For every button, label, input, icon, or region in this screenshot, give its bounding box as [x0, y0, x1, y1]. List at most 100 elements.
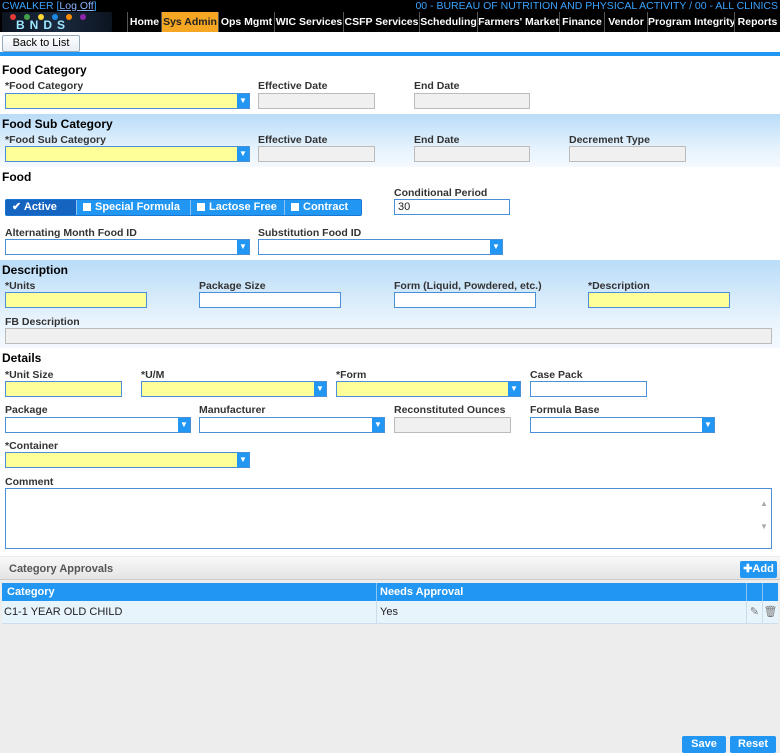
manufacturer-select[interactable]: ▼: [199, 417, 385, 433]
formula-base-select[interactable]: ▼: [530, 417, 715, 433]
chevron-down-icon: ▼: [702, 418, 714, 432]
food-category-label: *Food Category: [5, 80, 84, 92]
nav-ops-mgmt[interactable]: Ops Mgmt: [218, 12, 274, 32]
agency-clinic-label: 00 - BUREAU OF NUTRITION AND PHYSICAL AC…: [415, 0, 778, 12]
toggle-lactose-free[interactable]: Lactose Free: [191, 200, 285, 215]
toggle-special-formula[interactable]: Special Formula: [77, 200, 191, 215]
end-date-label: End Date: [414, 80, 460, 92]
conditional-period-input[interactable]: 30: [394, 199, 510, 215]
effective-date-label: Effective Date: [258, 80, 328, 92]
nav-farmers-market[interactable]: Farmers' Market: [477, 12, 559, 32]
check-icon: ✔: [12, 201, 22, 213]
package-label: Package: [5, 404, 48, 416]
chevron-down-icon: ▼: [372, 418, 384, 432]
description-title: Description: [2, 263, 69, 277]
chevron-down-icon: ▼: [237, 240, 249, 254]
description-input[interactable]: [588, 292, 730, 308]
nav-vendor[interactable]: Vendor: [604, 12, 647, 32]
units-input[interactable]: [5, 292, 147, 308]
food-category-title: Food Category: [2, 63, 87, 77]
username: CWALKER: [2, 0, 54, 12]
sub-end-date-field: [414, 146, 530, 162]
checkbox-icon: [197, 203, 205, 211]
checkbox-icon: [83, 203, 91, 211]
row-category: C1-1 YEAR OLD CHILD: [4, 606, 123, 618]
case-pack-label: Case Pack: [530, 369, 583, 381]
scroll-up-icon[interactable]: ▲: [757, 499, 771, 508]
nav-reports[interactable]: Reports: [734, 12, 780, 32]
decrement-type-field: [569, 146, 686, 162]
nav-wic-services[interactable]: WIC Services: [274, 12, 343, 32]
decrement-type-label: Decrement Type: [569, 134, 650, 146]
nav-sys-admin[interactable]: Sys Admin: [161, 12, 218, 32]
package-select[interactable]: ▼: [5, 417, 191, 433]
alternating-month-food-id-label: Alternating Month Food ID: [5, 227, 137, 239]
food-sub-category-select[interactable]: ▼: [5, 146, 250, 162]
nav-scheduling[interactable]: Scheduling: [419, 12, 477, 32]
edit-icon[interactable]: ✎: [746, 601, 762, 624]
toolbar: [0, 32, 780, 54]
delete-icon[interactable]: 🗑: [762, 601, 778, 624]
package-size-input[interactable]: [199, 292, 341, 308]
food-category-select[interactable]: ▼: [5, 93, 250, 109]
conditional-period-label: Conditional Period: [394, 187, 488, 199]
chevron-down-icon: ▼: [508, 382, 520, 396]
sub-end-date-label: End Date: [414, 134, 460, 146]
reset-button[interactable]: Reset: [730, 736, 776, 753]
case-pack-input[interactable]: [530, 381, 647, 397]
scroll-down-icon[interactable]: ▼: [757, 522, 771, 531]
back-to-list-button[interactable]: Back to List: [2, 35, 80, 52]
manufacturer-label: Manufacturer: [199, 404, 266, 416]
substitution-food-id-label: Substitution Food ID: [258, 227, 362, 239]
unit-size-input[interactable]: [5, 381, 122, 397]
alternating-month-food-id-select[interactable]: ▼: [5, 239, 250, 255]
user-info: CWALKER [Log Off]: [2, 0, 97, 12]
add-label: Add: [752, 563, 774, 575]
chevron-down-icon: ▼: [490, 240, 502, 254]
toggle-contract-label: Contract: [303, 201, 349, 213]
chevron-down-icon: ▼: [237, 147, 249, 161]
container-select[interactable]: ▼: [5, 452, 250, 468]
food-title: Food: [2, 170, 32, 184]
chevron-down-icon: ▼: [237, 94, 249, 108]
approvals-table-header: Category Needs Approval: [2, 583, 778, 601]
row-needs-approval: Yes: [376, 601, 398, 624]
toggle-active[interactable]: ✔ Active: [6, 200, 77, 215]
chevron-down-icon: ▼: [237, 453, 249, 467]
toggle-active-label: Active: [23, 201, 57, 213]
logoff-link[interactable]: Log Off: [59, 0, 93, 12]
package-size-label: Package Size: [199, 280, 266, 292]
reconstituted-ounces-label: Reconstituted Ounces: [394, 404, 506, 416]
nav-csfp-services[interactable]: CSFP Services: [343, 12, 419, 32]
checkbox-icon: [291, 203, 299, 211]
unit-size-label: *Unit Size: [5, 369, 54, 381]
save-button[interactable]: Save: [682, 736, 726, 753]
comment-textarea[interactable]: ▲ ▼: [5, 488, 772, 549]
substitution-food-id-select[interactable]: ▼: [258, 239, 503, 255]
toggle-special-formula-label: Special Formula: [95, 201, 180, 213]
form-description-input[interactable]: [394, 292, 536, 308]
um-select[interactable]: ▼: [141, 381, 327, 397]
food-sub-category-label: *Food Sub Category: [5, 134, 106, 146]
app-logo[interactable]: BNDS: [2, 12, 112, 32]
reconstituted-ounces-field: [394, 417, 511, 433]
units-label: *Units: [5, 280, 36, 292]
logo-text: BNDS: [16, 18, 71, 32]
add-approval-button[interactable]: ✚Add: [740, 561, 777, 578]
scrollbar[interactable]: ▲ ▼: [757, 489, 771, 548]
column-category[interactable]: Category: [7, 583, 55, 601]
sub-effective-date-label: Effective Date: [258, 134, 328, 146]
table-row[interactable]: C1-1 YEAR OLD CHILD Yes ✎ 🗑: [2, 601, 778, 624]
category-approvals-title: Category Approvals: [9, 563, 114, 575]
um-label: *U/M: [141, 369, 165, 381]
toggle-contract[interactable]: Contract: [285, 200, 361, 215]
form-select[interactable]: ▼: [336, 381, 521, 397]
top-bar: CWALKER [Log Off] 00 - BUREAU OF NUTRITI…: [0, 0, 780, 12]
nav-finance[interactable]: Finance: [559, 12, 604, 32]
nav-program-integrity[interactable]: Program Integrity: [647, 12, 736, 32]
form-label: *Form: [336, 369, 367, 381]
column-needs-approval[interactable]: Needs Approval: [376, 583, 463, 601]
nav-home[interactable]: Home: [127, 12, 161, 32]
end-date-field: [414, 93, 530, 109]
effective-date-field: [258, 93, 375, 109]
